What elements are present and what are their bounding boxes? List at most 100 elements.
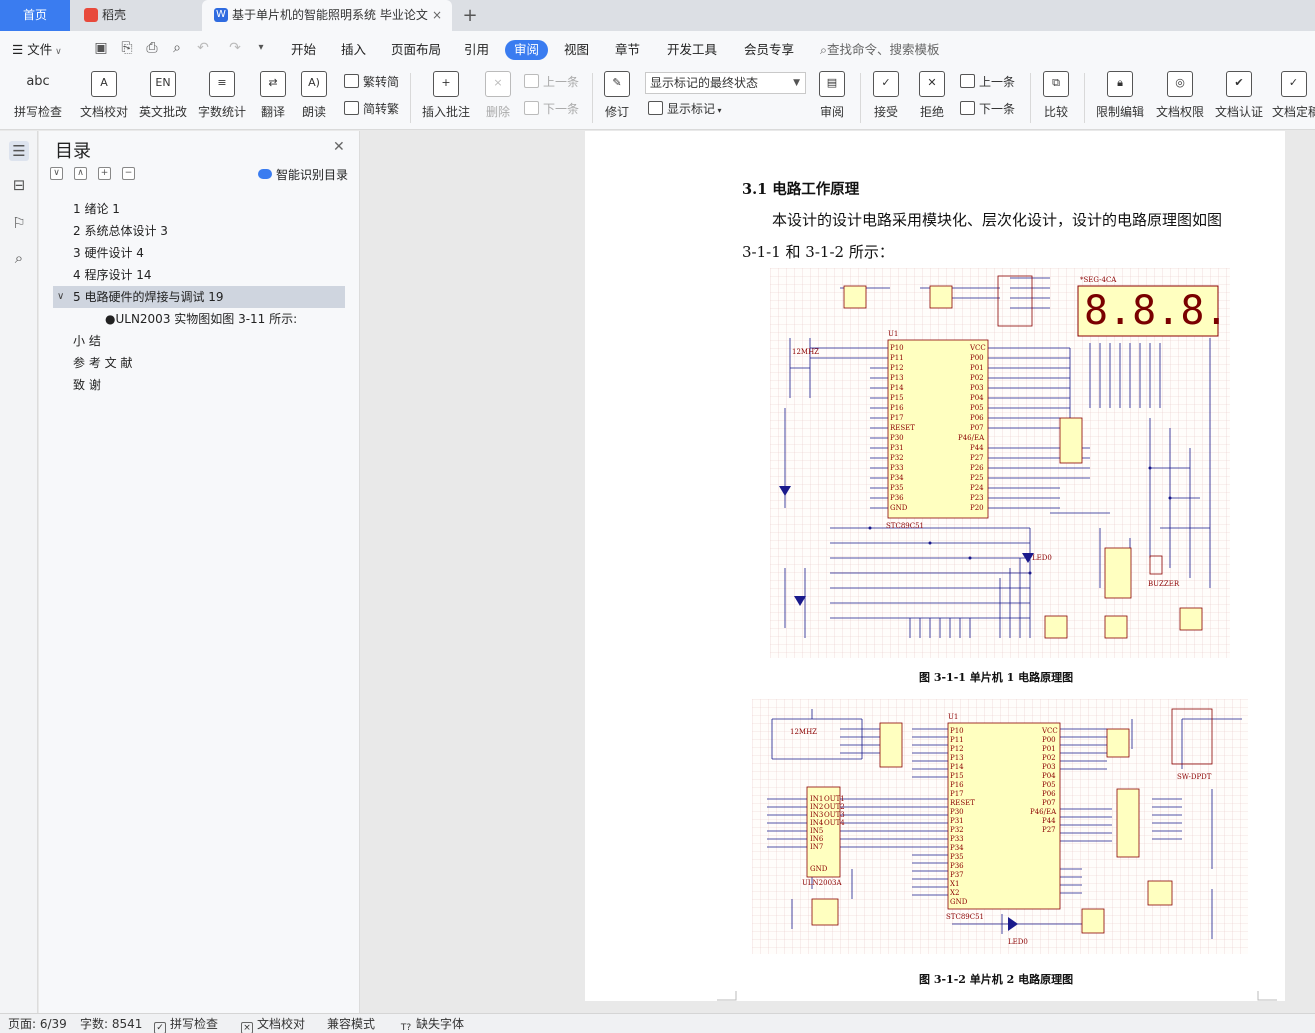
toc-item[interactable]: 小 结 (53, 330, 345, 352)
print-icon[interactable]: ⎙ (143, 39, 161, 57)
toc-item[interactable]: 4 程序设计 14 (53, 264, 345, 286)
svg-text:X1: X1 (950, 880, 959, 888)
doc-finalize-button[interactable]: ✓ 文档定稿 (1272, 71, 1315, 127)
accept-label: 接受 (873, 105, 898, 119)
document-area[interactable]: 3.1 电路工作原理 本设计的设计电路采用模块化、层次化设计，设计的电路原理图如… (361, 131, 1315, 1013)
menu-review[interactable]: 审阅 (505, 40, 549, 60)
translate-label: 翻译 (260, 105, 285, 119)
doc-certify-button[interactable]: ✔ 文档认证 (1211, 71, 1267, 127)
output-icon[interactable]: ⎘ (118, 39, 136, 57)
search-icon[interactable]: ⌕ (9, 248, 29, 268)
english-proof-button[interactable]: EN 英文批改 (136, 71, 190, 127)
quick-access-dropdown-icon[interactable]: ▾ (252, 39, 270, 57)
svg-text:OUT2: OUT2 (824, 803, 845, 811)
read-aloud-button[interactable]: A) 朗读 (296, 71, 332, 127)
add-heading-icon[interactable]: + (98, 167, 111, 180)
remove-heading-icon[interactable]: − (122, 167, 135, 180)
toc-item[interactable]: ●ULN2003 实物图如图 3-11 所示: (53, 308, 345, 330)
smart-toc-button[interactable]: 智能识别目录 (258, 166, 348, 183)
review-pane-button[interactable]: ▤ 审阅 (812, 71, 852, 127)
expand-all-icon[interactable]: ∧ (74, 167, 87, 180)
translate-button[interactable]: ⇄ 翻译 (253, 71, 293, 127)
restrict-edit-button[interactable]: 🔒︎ 限制编辑 (1092, 71, 1148, 127)
next-change-button[interactable]: 下一条 (960, 99, 1015, 119)
toc-item-selected[interactable]: ∨ 5 电路硬件的焊接与调试 19 (53, 286, 345, 308)
document-page[interactable]: 3.1 电路工作原理 本设计的设计电路采用模块化、层次化设计，设计的电路原理图如… (585, 131, 1285, 1001)
svg-text:P01: P01 (970, 364, 984, 372)
bookmark-icon[interactable]: ⚐ (9, 213, 29, 233)
menu-view[interactable]: 视图 (564, 40, 589, 60)
menu-page-layout[interactable]: 页面布局 (391, 40, 441, 60)
accept-button[interactable]: ✓ 接受 (866, 71, 906, 127)
prev-comment-button[interactable]: 上一条 (524, 72, 579, 92)
schematic-figure-1: 8.8.8.8 U1 STC89C51 *SEG-4CA 12MHZ BUZZE… (770, 268, 1230, 658)
chapter-nav-icon[interactable]: ⊟ (9, 175, 29, 195)
menu-chapter[interactable]: 章节 (615, 40, 640, 60)
prev-change-button[interactable]: 上一条 (960, 72, 1015, 92)
toc-item[interactable]: 参 考 文 献 (53, 352, 345, 374)
save-icon[interactable]: ▣ (92, 39, 110, 57)
status-spellcheck[interactable]: ✓ 拼写检查 (154, 1016, 218, 1033)
menu-references[interactable]: 引用 (464, 40, 489, 60)
collapse-all-icon[interactable]: ∨ (50, 167, 63, 180)
add-tab-icon[interactable]: + (458, 0, 482, 31)
toc-panel: 目录 ✕ ∨ ∧ + − 智能识别目录 1 绪论 1 2 系统总体设计 3 3 … (39, 131, 360, 1013)
close-icon[interactable]: ✕ (333, 139, 345, 155)
svg-text:P05: P05 (1042, 781, 1056, 789)
spellcheck-button[interactable]: abc 拼写检查 (8, 71, 68, 127)
led-label: LED0 (1008, 938, 1028, 946)
tab-daoke[interactable]: 稻壳 (72, 0, 200, 31)
ribbon-divider (1030, 73, 1031, 123)
print-preview-icon[interactable]: ⌕ (168, 39, 186, 57)
next-comment-button[interactable]: 下一条 (524, 99, 579, 119)
revise-button[interactable]: ✎ 修订 (598, 71, 636, 127)
doc-permission-button[interactable]: ◎ 文档权限 (1152, 71, 1208, 127)
switch-label: SW-DPDT (1177, 773, 1212, 781)
svg-text:OUT1: OUT1 (824, 795, 845, 803)
tab-document[interactable]: W 基于单片机的智能照明系统 毕业论文 × (202, 0, 452, 31)
search-icon: ⌕ (820, 42, 828, 57)
chevron-down-icon[interactable]: ∨ (57, 286, 64, 308)
markup-state-select[interactable]: 显示标记的最终状态 ▼ (645, 72, 806, 94)
doc-proof-button[interactable]: A 文档校对 (76, 71, 132, 127)
next-comment-icon (524, 101, 539, 115)
toc-item[interactable]: 致 谢 (53, 374, 345, 396)
trad-to-simp-icon (344, 74, 359, 88)
close-tab-icon[interactable]: × (432, 0, 442, 31)
svg-text:P33: P33 (890, 464, 904, 472)
doc-permission-icon: ◎ (1167, 71, 1193, 97)
menu-insert[interactable]: 插入 (341, 40, 366, 60)
seg-label: *SEG-4CA (1080, 276, 1117, 284)
menu-bar: ☰ 文件 ∨ ▣ ⎘ ⎙ ⌕ ↶ ↷ ▾ 开始 插入 页面布局 引用 审阅 视图… (0, 31, 1315, 67)
trad-to-simp-button[interactable]: 繁转简 (344, 72, 399, 92)
reject-button[interactable]: ✕ 拒绝 (912, 71, 952, 127)
status-doc-proof[interactable]: × 文档校对 (241, 1016, 305, 1033)
word-count-indicator[interactable]: 字数: 8541 (80, 1016, 142, 1032)
menu-start[interactable]: 开始 (291, 40, 316, 60)
menu-developer[interactable]: 开发工具 (667, 40, 717, 60)
command-search[interactable]: ⌕查找命令、搜索模板 (820, 40, 940, 60)
compare-button[interactable]: ⧉ 比较 (1036, 71, 1076, 127)
redo-icon[interactable]: ↷ (226, 39, 244, 57)
menu-member[interactable]: 会员专享 (744, 40, 794, 60)
review-ribbon: abc 拼写检查 A 文档校对 EN 英文批改 ≡ 字数统计 ⇄ 翻译 A) 朗… (0, 67, 1315, 130)
show-markup-button[interactable]: 显示标记 ▾ (648, 99, 722, 119)
simp-to-trad-button[interactable]: 简转繁 (344, 99, 399, 119)
svg-text:P37: P37 (950, 871, 964, 879)
toc-item[interactable]: 2 系统总体设计 3 (53, 220, 345, 242)
toc-panel-icon[interactable]: ☰ (9, 141, 29, 161)
trad-to-simp-label: 繁转简 (363, 75, 400, 89)
tab-home[interactable]: 首页 (0, 0, 70, 31)
file-menu[interactable]: ☰ 文件 ∨ (12, 40, 62, 60)
status-missing-fonts[interactable]: T? 缺失字体 (400, 1016, 464, 1033)
delete-comment-button[interactable]: × 删除 (478, 71, 518, 127)
page-indicator[interactable]: 页面: 6/39 (8, 1016, 67, 1032)
word-count-button[interactable]: ≡ 字数统计 (194, 71, 250, 127)
next-change-label: 下一条 (979, 102, 1016, 116)
toc-item[interactable]: 1 绪论 1 (53, 198, 345, 220)
spellcheck-icon: abc (26, 74, 50, 89)
insert-comment-button[interactable]: + 插入批注 (418, 71, 474, 127)
undo-icon[interactable]: ↶ (194, 39, 212, 57)
mcu-part-label: STC89C51 (886, 522, 924, 530)
toc-item[interactable]: 3 硬件设计 4 (53, 242, 345, 264)
